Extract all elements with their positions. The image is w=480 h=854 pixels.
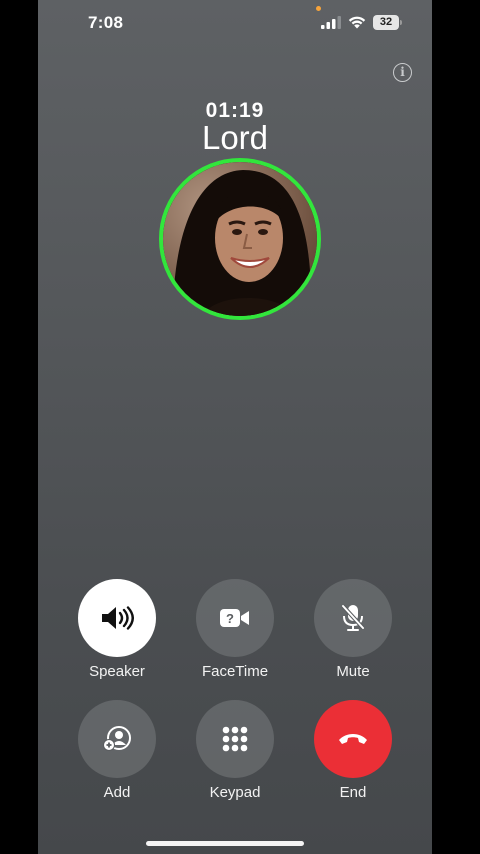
wifi-icon (348, 16, 366, 29)
svg-text:?: ? (226, 611, 234, 626)
mute-button[interactable] (314, 579, 392, 657)
facetime-icon: ? (220, 609, 249, 627)
mute-icon (341, 604, 365, 631)
battery-indicator: 32 (373, 15, 403, 30)
home-indicator[interactable] (146, 841, 304, 846)
cellular-signal-icon (321, 16, 341, 29)
privacy-indicator-dot (316, 6, 321, 11)
facetime-button[interactable]: ? (196, 579, 274, 657)
battery-level: 32 (373, 15, 399, 30)
end-call-button[interactable] (314, 700, 392, 778)
speaker-label: Speaker (89, 663, 145, 680)
end-call-icon (339, 734, 367, 744)
end-label: End (339, 784, 367, 801)
add-call-button[interactable] (78, 700, 156, 778)
call-screen: 7:08 32 i 01:19 Lord Speaker ? FaceTime … (38, 0, 432, 854)
caller-avatar (159, 158, 321, 320)
speaker-button[interactable] (78, 579, 156, 657)
facetime-label: FaceTime (201, 663, 269, 680)
speaker-icon (102, 606, 134, 630)
keypad-label: Keypad (209, 784, 261, 801)
add-contact-icon (103, 726, 131, 751)
caller-photo (163, 162, 317, 316)
keypad-button[interactable] (196, 700, 274, 778)
battery-tip (400, 20, 402, 25)
mute-label: Mute (336, 663, 370, 680)
status-time: 7:08 (88, 13, 124, 32)
keypad-icon (222, 726, 248, 752)
info-icon[interactable]: i (393, 63, 412, 82)
caller-name: Lord (201, 119, 269, 156)
add-label: Add (103, 784, 131, 801)
